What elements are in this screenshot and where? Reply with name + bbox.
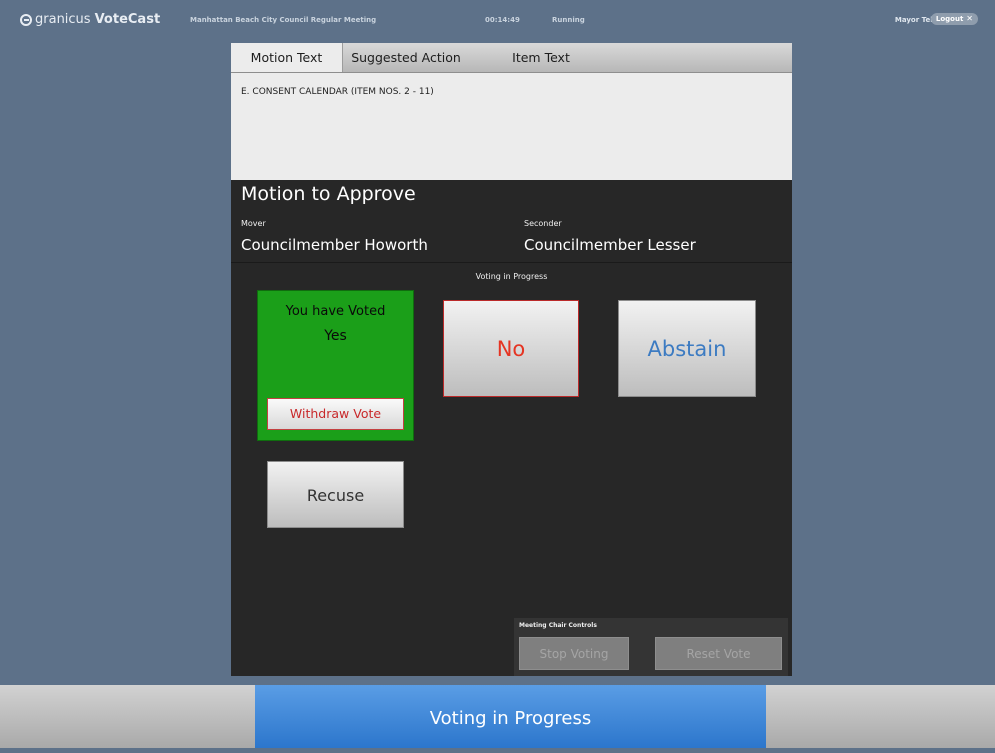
chair-controls-label: Meeting Chair Controls [519, 622, 597, 629]
tab-bar: Motion Text Suggested Action Item Text [231, 43, 792, 73]
logout-button[interactable]: Logout ✕ [930, 13, 978, 25]
meeting-title: Manhattan Beach City Council Regular Mee… [190, 16, 377, 24]
top-bar: granicus VoteCast Manhattan Beach City C… [0, 0, 995, 42]
brand: granicus VoteCast [20, 12, 160, 27]
divider [231, 262, 792, 263]
bottom-status-bar: Voting in Progress [0, 685, 995, 748]
close-icon: ✕ [966, 14, 973, 23]
voting-status-label: Voting in Progress [475, 272, 548, 281]
meeting-timer: 00:14:49 [485, 16, 520, 24]
recuse-button[interactable]: Recuse [267, 461, 404, 528]
voted-card: You have Voted Yes Withdraw Vote [257, 290, 414, 441]
granicus-logo-icon [20, 13, 32, 26]
voted-title: You have Voted [285, 304, 386, 319]
motion-text-area: E. CONSENT CALENDAR (ITEM NOS. 2 - 11) [231, 73, 792, 180]
mover-name: Councilmember Howorth [241, 236, 428, 254]
meeting-status: Running [552, 16, 585, 24]
mover-label: Mover [241, 219, 266, 228]
brand-name: granicus [35, 12, 91, 27]
stop-voting-button[interactable]: Stop Voting [519, 637, 629, 670]
seconder-label: Seconder [524, 219, 562, 228]
tab-item-text[interactable]: Item Text [493, 43, 589, 72]
seconder-name: Councilmember Lesser [524, 236, 696, 254]
vote-no-button[interactable]: No [443, 300, 579, 397]
vote-abstain-button[interactable]: Abstain [618, 300, 756, 397]
product-name: VoteCast [94, 12, 161, 27]
withdraw-vote-button[interactable]: Withdraw Vote [267, 398, 404, 430]
voting-progress-banner: Voting in Progress [255, 685, 766, 748]
tab-motion-text[interactable]: Motion Text [231, 43, 343, 72]
motion-title: Motion to Approve [241, 183, 416, 205]
vote-panel: Motion Text Suggested Action Item Text E… [231, 43, 792, 676]
chair-controls: Meeting Chair Controls Stop Voting Reset… [514, 618, 788, 676]
logout-label: Logout [935, 15, 964, 23]
motion-text-content: E. CONSENT CALENDAR (ITEM NOS. 2 - 11) [241, 87, 434, 97]
user-name: Mayor Tell [894, 16, 935, 24]
voted-value: Yes [324, 328, 347, 344]
tab-suggested-action[interactable]: Suggested Action [343, 43, 469, 72]
reset-vote-button[interactable]: Reset Vote [655, 637, 782, 670]
